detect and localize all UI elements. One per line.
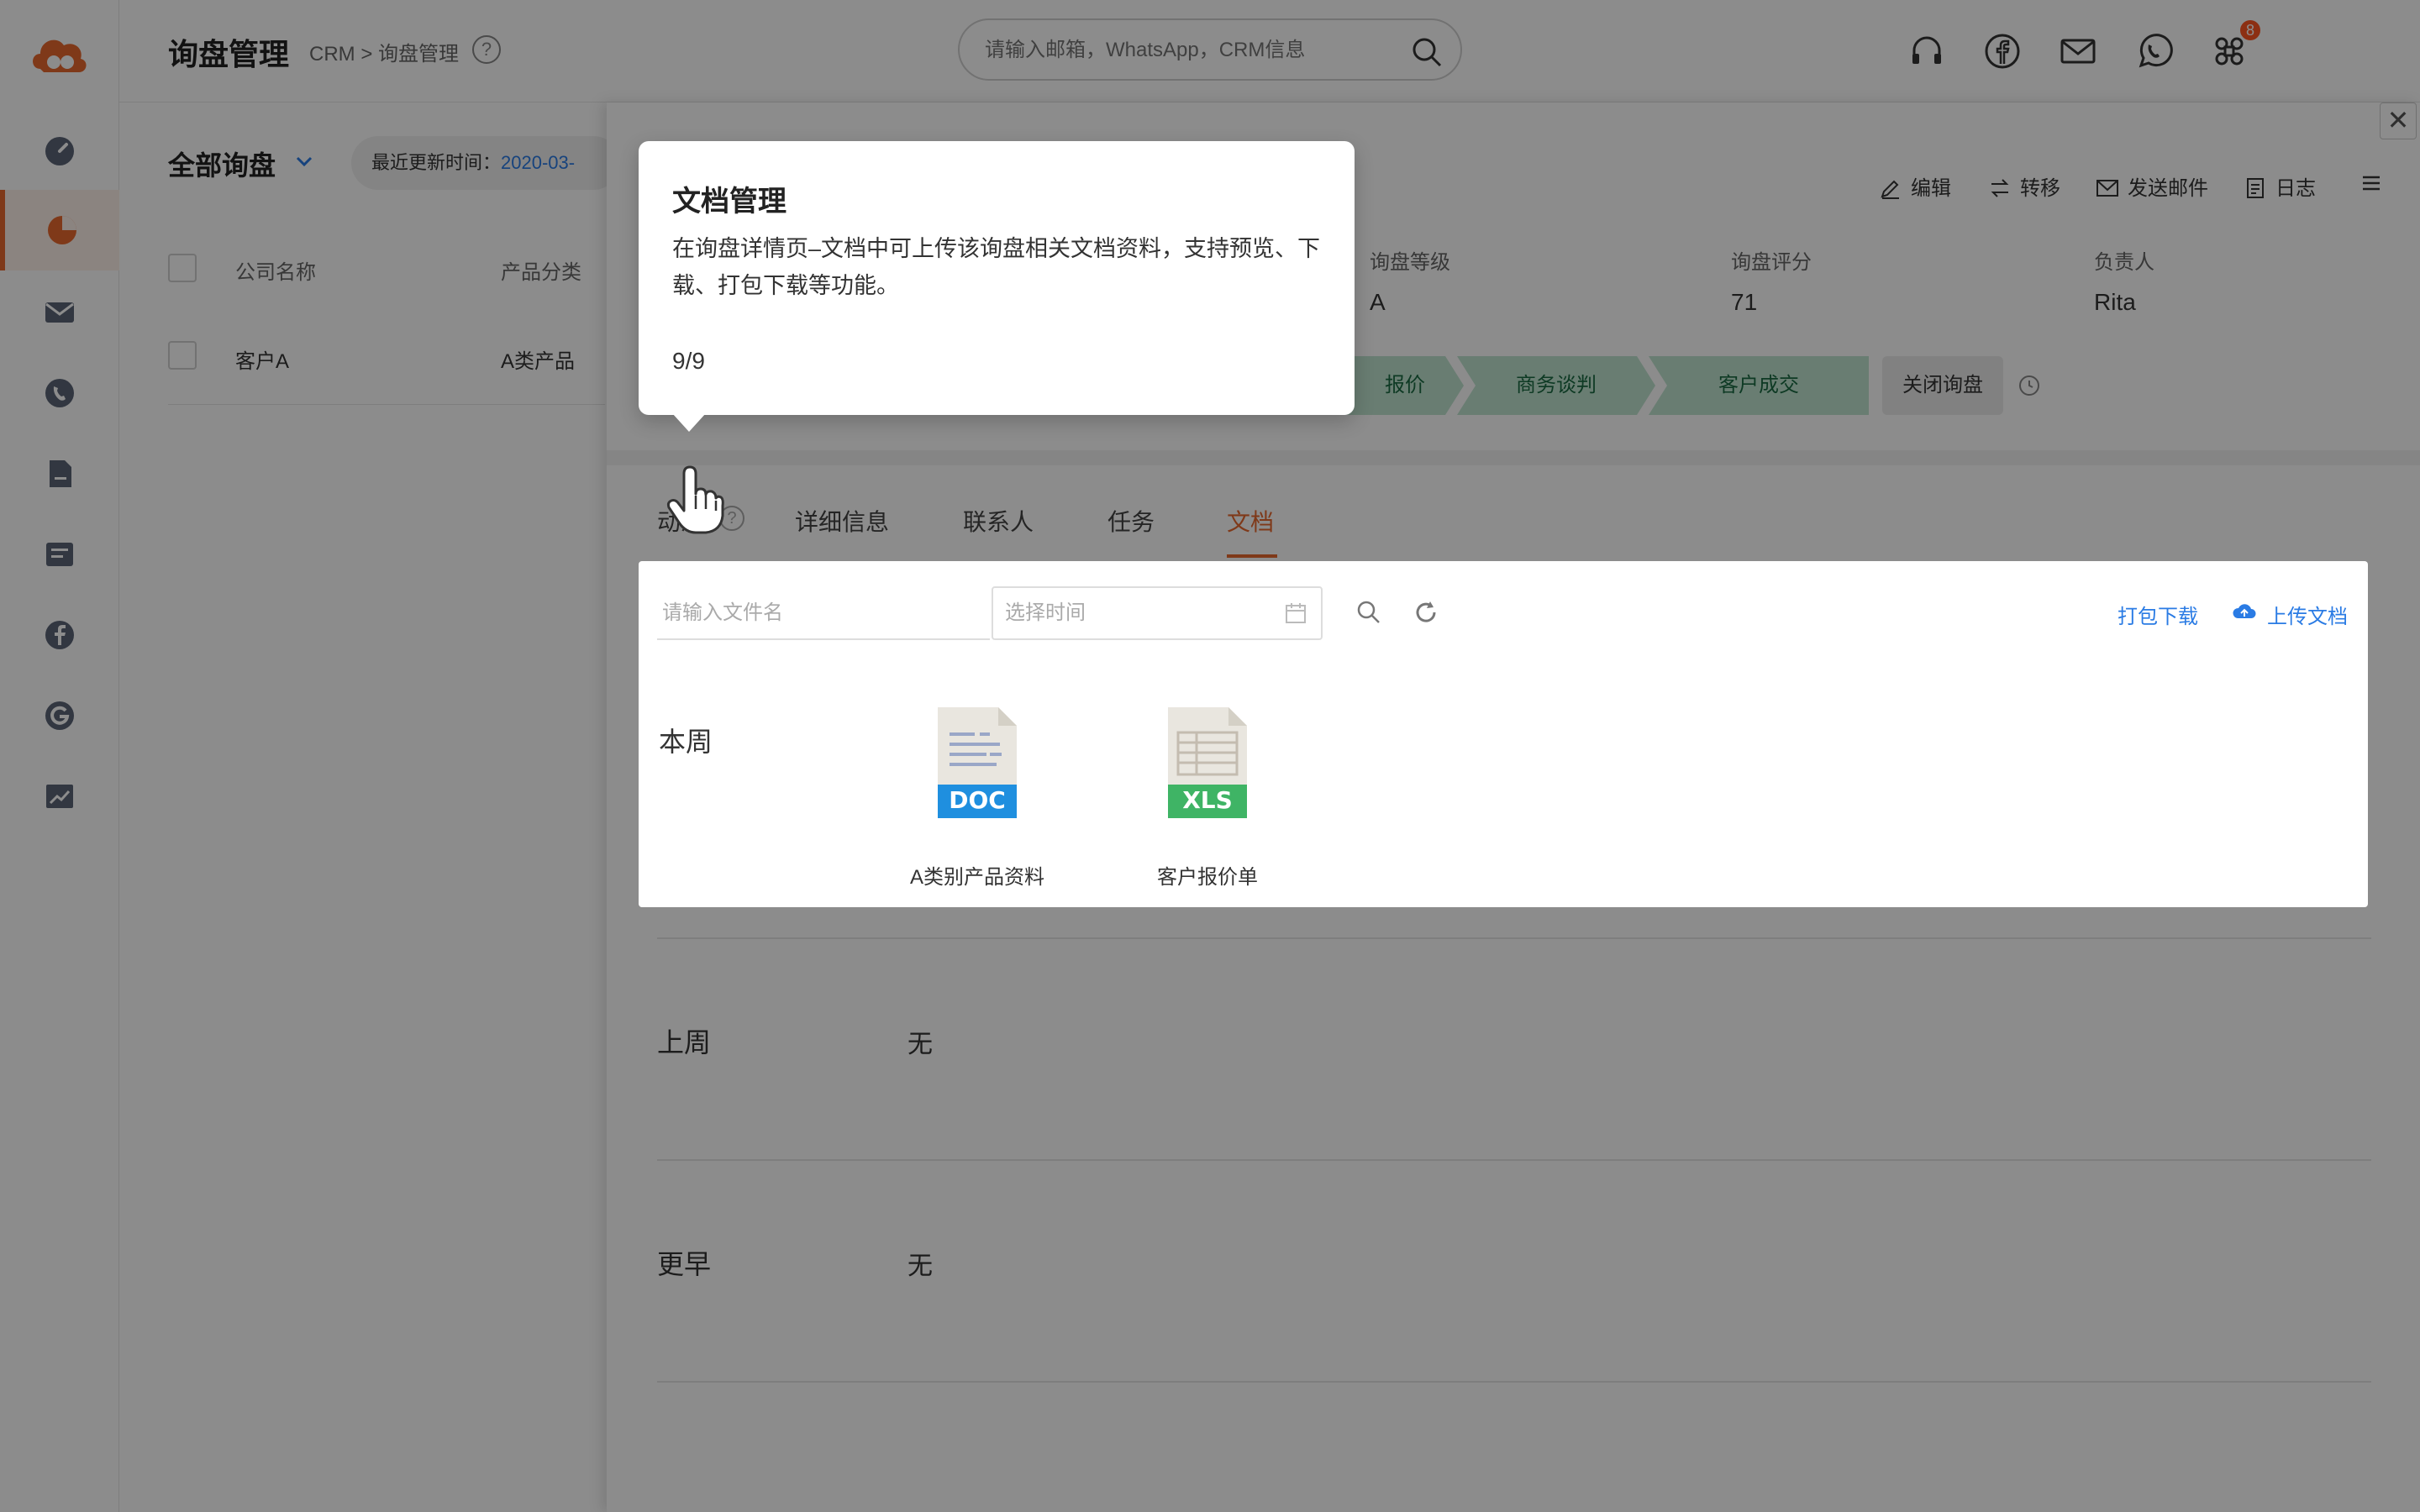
date-picker[interactable]: 选择时间 bbox=[992, 586, 1323, 640]
documents-card: 请输入文件名 选择时间 打包下载 上传文档 本周 DOC A类别产品资料 XLS bbox=[639, 561, 2368, 907]
cloud-upload-icon bbox=[2233, 604, 2256, 618]
date-placeholder: 选择时间 bbox=[1005, 601, 1086, 624]
search-icon[interactable] bbox=[1355, 598, 1383, 627]
tour-popover: 文档管理 在询盘详情页–文档中可上传该询盘相关文档资料，支持预览、下载、打包下载… bbox=[639, 141, 1355, 432]
upload-document-button[interactable]: 上传文档 bbox=[2267, 600, 2348, 629]
popover-arrow bbox=[672, 413, 706, 432]
svg-text:XLS: XLS bbox=[1182, 786, 1233, 814]
svg-text:DOC: DOC bbox=[949, 786, 1006, 814]
filename-search-input[interactable]: 请输入文件名 bbox=[657, 586, 990, 640]
hand-pointer-icon bbox=[666, 465, 724, 534]
file-name[interactable]: 客户报价单 bbox=[1128, 860, 1287, 890]
file-name[interactable]: A类别产品资料 bbox=[897, 860, 1057, 890]
doc-file-icon: DOC bbox=[938, 707, 1017, 818]
this-week-label: 本周 bbox=[659, 727, 713, 757]
file-doc[interactable]: DOC A类别产品资料 bbox=[897, 704, 1057, 890]
xls-file-icon: XLS bbox=[1168, 707, 1247, 818]
pack-download-button[interactable]: 打包下载 bbox=[2118, 600, 2198, 629]
tour-body: 在询盘详情页–文档中可上传该询盘相关文档资料，支持预览、下载、打包下载等功能。 bbox=[672, 236, 1321, 298]
tour-step-counter: 9/9 bbox=[672, 348, 705, 374]
calendar-icon bbox=[1286, 603, 1306, 623]
file-xls[interactable]: XLS 客户报价单 bbox=[1128, 704, 1287, 890]
tour-title: 文档管理 bbox=[672, 186, 786, 218]
refresh-icon[interactable] bbox=[1412, 598, 1440, 627]
